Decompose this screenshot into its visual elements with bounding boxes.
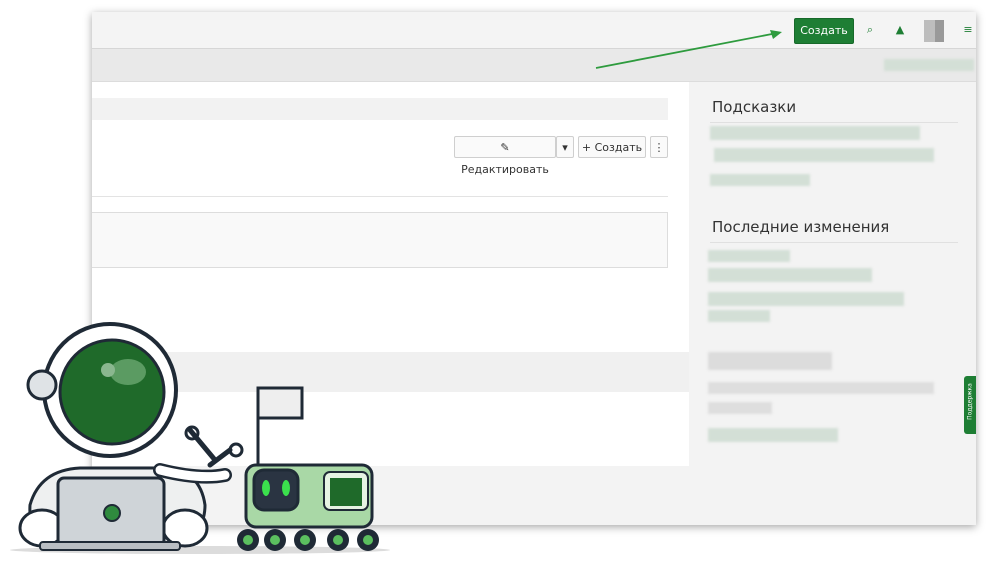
- astronaut-robot-illustration: [10, 322, 390, 554]
